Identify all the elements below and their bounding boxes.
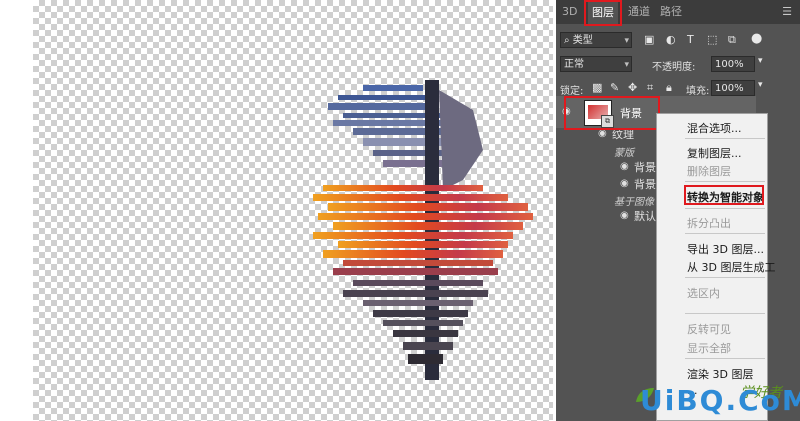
effect-background-2[interactable]: 背景 <box>634 176 656 192</box>
filter-smart-icon[interactable]: ⧉ <box>728 33 736 47</box>
menu-divider <box>685 277 765 278</box>
fire-streak <box>328 203 528 211</box>
fire-streak <box>343 260 493 266</box>
menu-blend-options[interactable]: 混合选项... <box>687 120 742 136</box>
fire-streak <box>313 194 508 201</box>
filter-shape-icon[interactable]: ⬚ <box>707 33 717 46</box>
filter-adjust-icon[interactable]: ◐ <box>666 33 676 46</box>
blend-mode-value: 正常 <box>564 59 584 70</box>
filter-type-select[interactable]: ⌕ 类型 ▾ <box>560 32 632 48</box>
fire-streak <box>333 222 523 230</box>
dark-streak <box>403 342 453 350</box>
dark-streak <box>353 280 483 286</box>
tab-3d[interactable]: 3D <box>562 4 577 20</box>
fill-field[interactable]: 100% <box>711 80 755 96</box>
streak <box>333 120 458 126</box>
tab-channels[interactable]: 通道 <box>628 4 650 20</box>
panel-menu-icon[interactable]: ☰ <box>782 5 792 18</box>
menu-divider <box>685 233 765 234</box>
chevron-down-icon[interactable]: ▾ <box>758 56 763 66</box>
lock-all-icon[interactable]: 🔒︎ <box>666 81 672 95</box>
fire-streak <box>323 185 483 191</box>
highlight-background-layer <box>564 96 660 130</box>
watermark: 学好者 UiBQ.CoM <box>636 376 800 421</box>
blend-mode-select[interactable]: 正常 ▾ <box>560 56 632 72</box>
lock-transparent-icon[interactable]: ▩ <box>592 81 602 94</box>
menu-show-all[interactable]: 显示全部 <box>687 340 731 356</box>
tab-paths[interactable]: 路径 <box>660 4 682 20</box>
opacity-label: 不透明度: <box>652 62 696 73</box>
filter-toggle-icon[interactable]: ● <box>751 31 762 46</box>
texture-mass <box>439 90 483 190</box>
transparent-canvas[interactable] <box>33 0 553 421</box>
dark-streak <box>373 310 468 317</box>
menu-select-area[interactable]: 选区内 <box>687 285 720 301</box>
lock-row: 锁定: ▩ ✎ ✥ ⌗ 🔒︎ 填充: 100% ▾ <box>556 78 800 98</box>
fire-streak <box>323 250 503 258</box>
menu-divider <box>685 313 765 314</box>
menu-divider <box>685 208 765 209</box>
dark-streak <box>383 320 463 326</box>
chevron-down-icon: ▾ <box>624 36 629 46</box>
fire-streak <box>313 232 513 239</box>
menu-export-3d[interactable]: 导出 3D 图层... <box>687 241 764 257</box>
menu-divider <box>685 138 765 139</box>
streak <box>338 95 433 100</box>
fire-streak <box>333 268 498 275</box>
artwork-image <box>313 80 533 380</box>
menu-from-3d[interactable]: 从 3D 图层生成工 <box>687 259 775 275</box>
filter-type-value: 类型 <box>572 35 593 46</box>
eye-icon[interactable]: ◉ <box>620 178 629 189</box>
streak <box>328 103 438 110</box>
fill-label: 填充: <box>686 86 710 97</box>
chevron-down-icon[interactable]: ▾ <box>758 80 763 90</box>
opacity-value: 100% <box>715 59 744 70</box>
search-icon: ⌕ <box>564 35 570 46</box>
menu-invert-visible[interactable]: 反转可见 <box>687 321 731 337</box>
watermark-logo: UiBQ.CoM <box>640 384 800 417</box>
dark-streak <box>408 354 443 364</box>
filter-row: ⌕ 类型 ▾ ▣ ◐ T ⬚ ⧉ ● <box>556 30 800 50</box>
layer-context-menu: 混合选项... 复制图层... 删除图层 转换为智能对象 拆分凸出 导出 3D … <box>656 113 775 421</box>
opacity-field[interactable]: 100% <box>711 56 755 72</box>
menu-duplicate-layer[interactable]: 复制图层... <box>687 145 742 161</box>
blend-row: 正常 ▾ 不透明度: 100% ▾ <box>556 54 800 74</box>
menu-divider <box>685 358 765 359</box>
lock-move-icon[interactable]: ✥ <box>628 81 637 94</box>
filter-type-icon[interactable]: T <box>687 33 694 46</box>
effect-default[interactable]: 默认 <box>634 208 656 224</box>
fire-streak <box>338 241 508 248</box>
streak <box>363 85 423 91</box>
lock-artboard-icon[interactable]: ⌗ <box>647 81 653 95</box>
effect-image-based-group: 基于图像 <box>614 197 654 208</box>
menu-split-extrude[interactable]: 拆分凸出 <box>687 215 731 231</box>
menu-divider <box>685 181 765 182</box>
chevron-down-icon: ▾ <box>624 60 629 70</box>
menu-delete-layer[interactable]: 删除图层 <box>687 163 731 179</box>
lock-label: 锁定: <box>560 86 584 97</box>
highlight-layers-tab <box>584 0 622 26</box>
highlight-convert-smart-object <box>684 185 764 205</box>
filter-pixel-icon[interactable]: ▣ <box>644 33 654 46</box>
dark-streak <box>393 330 458 337</box>
effect-mask-group: 蒙版 <box>614 148 634 159</box>
eye-icon[interactable]: ◉ <box>620 161 629 172</box>
fill-value: 100% <box>715 83 744 94</box>
eye-icon[interactable]: ◉ <box>620 210 629 221</box>
fire-streak <box>318 213 533 220</box>
effect-background-1[interactable]: 背景 <box>634 159 656 175</box>
lock-paint-icon[interactable]: ✎ <box>610 81 619 94</box>
dark-streak <box>343 290 488 297</box>
dark-streak <box>363 300 473 306</box>
